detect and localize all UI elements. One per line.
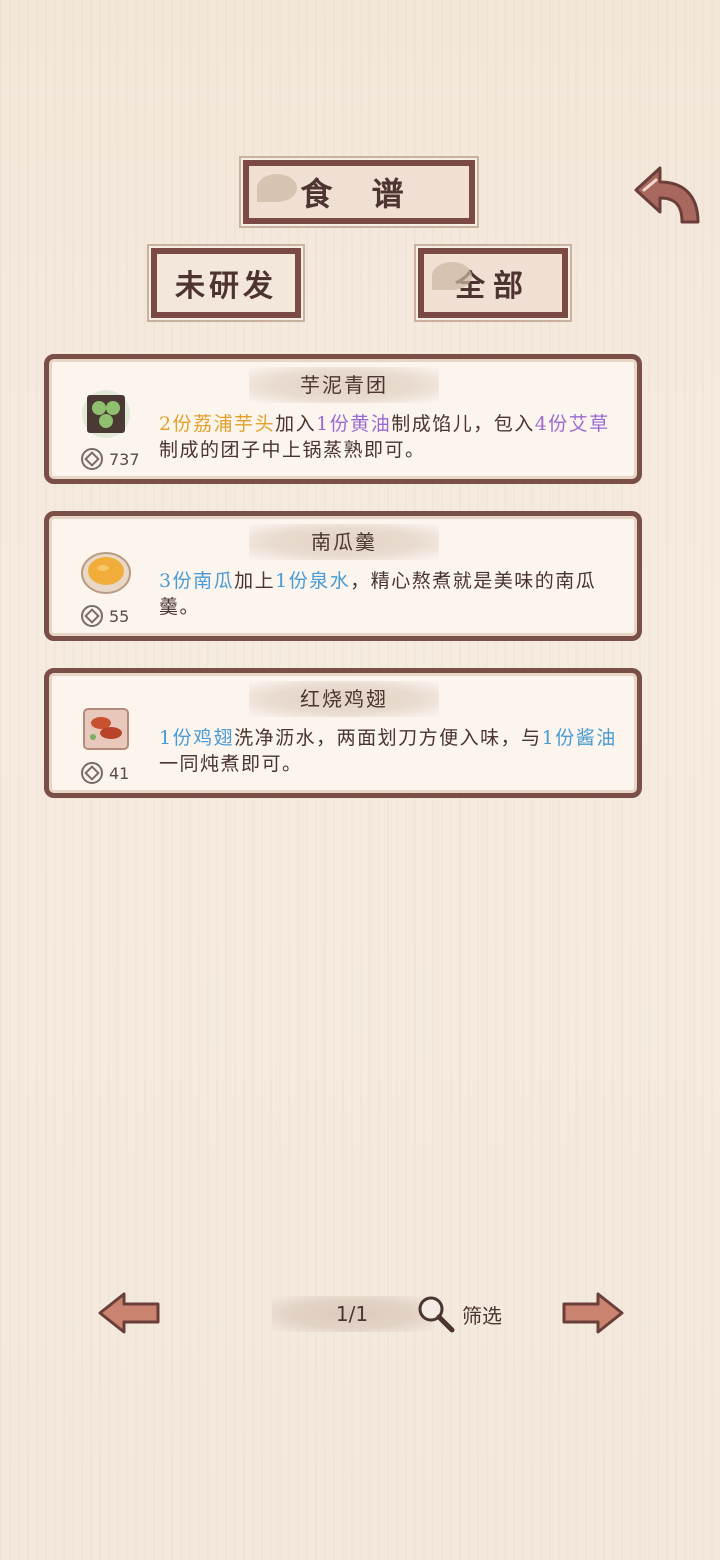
recipe-description: 1份鸡翅洗净沥水，两面划刀方便入味，与1份酱油一同炖煮即可。 xyxy=(159,725,619,777)
page-title-text: 食 谱 xyxy=(300,175,418,213)
description-text: 洗净沥水，两面划刀方便入味，与 xyxy=(234,727,542,749)
description-text: 一同炖煮即可。 xyxy=(159,753,303,775)
page-title: 食 谱 xyxy=(243,160,475,224)
braised-wings-icon xyxy=(83,708,129,750)
pumpkin-soup-icon xyxy=(81,552,131,594)
ingredient-text: 2份荔浦芋头 xyxy=(159,413,276,435)
coin-icon xyxy=(81,762,103,784)
tab-undeveloped-label: 未研发 xyxy=(175,269,277,304)
qingtuan-dish-icon xyxy=(82,390,130,438)
recipe-name: 南瓜羹 xyxy=(249,524,439,560)
price: 55 xyxy=(81,604,129,628)
ingredient-text: 3份南瓜 xyxy=(159,570,235,592)
filter-button[interactable]: 筛选 xyxy=(416,1292,502,1336)
recipe-card[interactable]: 芋泥青团 737 2份荔浦芋头加入1份黄油制成馅儿，包入4份艾草制成的团子中上锅… xyxy=(44,354,642,484)
recipe-card[interactable]: 红烧鸡翅 41 1份鸡翅洗净沥水，两面划刀方便入味，与1份酱油一同炖煮即可。 xyxy=(44,668,642,798)
recipe-name: 红烧鸡翅 xyxy=(249,681,439,717)
recipe-card[interactable]: 南瓜羹 55 3份南瓜加上1份泉水，精心熬煮就是美味的南瓜羹。 xyxy=(44,511,642,641)
price-value: 55 xyxy=(109,606,130,626)
description-text: 加入 xyxy=(275,413,317,435)
magnifier-icon xyxy=(418,1296,455,1333)
price-value: 737 xyxy=(109,449,140,469)
ingredient-text: 4份艾草 xyxy=(534,413,610,435)
leaf-decoration xyxy=(257,174,297,202)
recipe-name: 芋泥青团 xyxy=(249,367,439,403)
ingredient-text: 1份酱油 xyxy=(541,727,617,749)
back-arrow-icon[interactable] xyxy=(630,160,704,230)
recipe-description: 3份南瓜加上1份泉水，精心熬煮就是美味的南瓜羹。 xyxy=(159,568,619,620)
tab-undeveloped[interactable]: 未研发 xyxy=(151,248,301,318)
next-page-arrow-icon[interactable] xyxy=(560,1290,626,1336)
ingredient-text: 1份泉水 xyxy=(275,570,351,592)
filter-label: 筛选 xyxy=(462,1303,502,1328)
ingredient-text: 1份黄油 xyxy=(316,413,392,435)
description-text: 加上 xyxy=(234,570,276,592)
price: 41 xyxy=(81,761,129,785)
page-indicator: 1/1 xyxy=(272,1296,432,1332)
recipe-description: 2份荔浦芋头加入1份黄油制成馅儿，包入4份艾草制成的团子中上锅蒸熟即可。 xyxy=(159,411,619,463)
leaf-decoration xyxy=(432,262,472,290)
tab-all[interactable]: 全部 xyxy=(418,248,568,318)
description-text: 制成馅儿，包入 xyxy=(391,413,535,435)
coin-icon xyxy=(81,448,103,470)
ingredient-text: 1份鸡翅 xyxy=(159,727,235,749)
price-value: 41 xyxy=(109,763,130,783)
coin-icon xyxy=(81,605,103,627)
description-text: 制成的团子中上锅蒸熟即可。 xyxy=(159,439,426,461)
price: 737 xyxy=(81,447,140,471)
prev-page-arrow-icon[interactable] xyxy=(96,1290,162,1336)
